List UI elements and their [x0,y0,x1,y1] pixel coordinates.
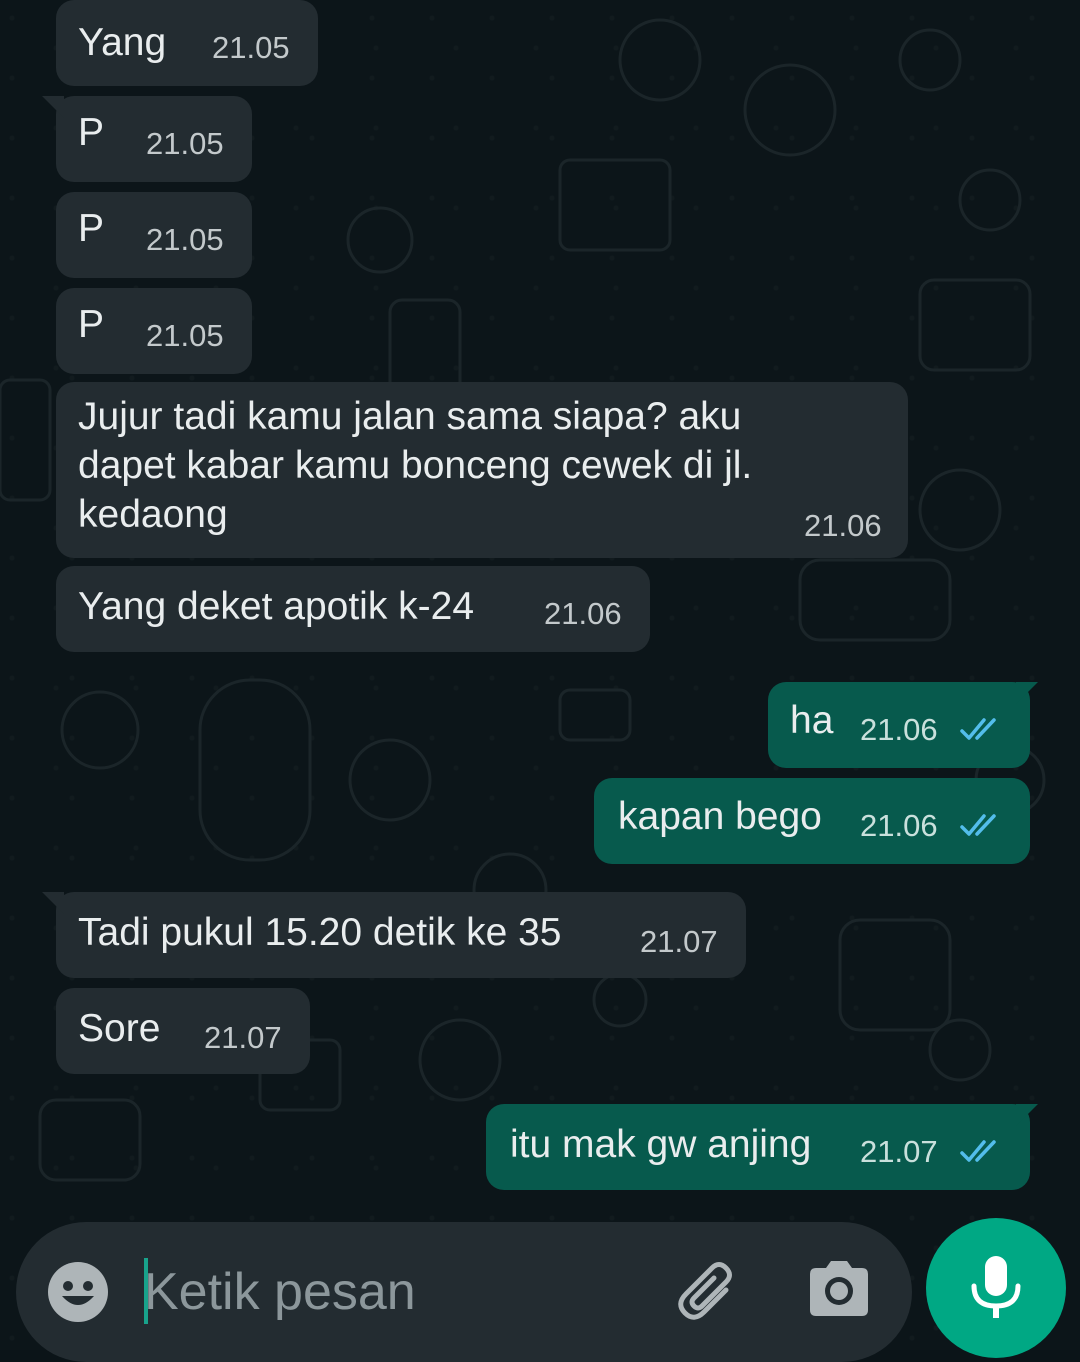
message-time: 21.05 [146,222,224,257]
read-receipt-icon [960,1140,996,1162]
read-receipt-icon [960,718,996,740]
message-bubble-incoming[interactable]: P 21.05 [56,192,252,278]
emoji-icon[interactable] [46,1260,110,1324]
message-bubble-incoming[interactable]: Tadi pukul 15.20 detik ke 35 21.07 [42,892,746,978]
microphone-icon [971,1256,1021,1318]
bubble-tail [42,96,64,118]
message-text: itu mak gw anjing [510,1123,812,1166]
message-time: 21.06 [544,596,622,631]
message-time: 21.07 [640,924,718,959]
message-time: 21.06 [804,508,882,543]
message-time: 21.07 [860,1134,938,1169]
message-text: ha [790,699,834,742]
camera-icon[interactable] [804,1254,874,1324]
message-time: 21.05 [212,30,290,65]
message-text: Yang deket apotik k-24 [78,585,475,628]
message-bubble-incoming[interactable]: P 21.05 [56,288,252,374]
message-composer [16,1222,912,1362]
bubble-tail [1016,1104,1038,1126]
message-time: 21.06 [860,712,938,747]
read-receipt-icon [960,814,996,836]
message-bubble-incoming[interactable]: Yang 21.05 [56,0,318,86]
message-text: P [78,111,105,154]
message-bubble-incoming[interactable]: Sore 21.07 [56,988,310,1074]
message-time: 21.05 [146,126,224,161]
message-text: P [78,303,105,346]
message-input[interactable] [144,1252,644,1332]
message-bubble-outgoing[interactable]: kapan bego 21.06 [594,778,1030,864]
message-text: Sore [78,1007,161,1050]
message-bubble-incoming[interactable]: Yang deket apotik k-24 21.06 [56,566,650,652]
message-bubble-incoming[interactable]: Jujur tadi kamu jalan sama siapa? aku da… [56,382,908,558]
message-text: Jujur tadi kamu jalan sama siapa? aku da… [78,395,753,536]
message-bubble-outgoing[interactable]: ha 21.06 [768,682,1038,768]
message-time: 21.07 [204,1020,282,1055]
bubble-tail [1016,682,1038,704]
message-text: Yang [78,21,167,64]
message-bubble-incoming[interactable]: P 21.05 [42,96,252,182]
microphone-button[interactable] [926,1218,1066,1358]
message-time: 21.05 [146,318,224,353]
message-text: P [78,207,105,250]
message-time: 21.06 [860,808,938,843]
message-text: Tadi pukul 15.20 detik ke 35 [78,911,562,954]
message-bubble-outgoing[interactable]: itu mak gw anjing 21.07 [486,1104,1038,1190]
bubble-tail [42,892,64,914]
message-text: kapan bego [618,795,822,838]
paperclip-icon[interactable] [668,1254,748,1334]
